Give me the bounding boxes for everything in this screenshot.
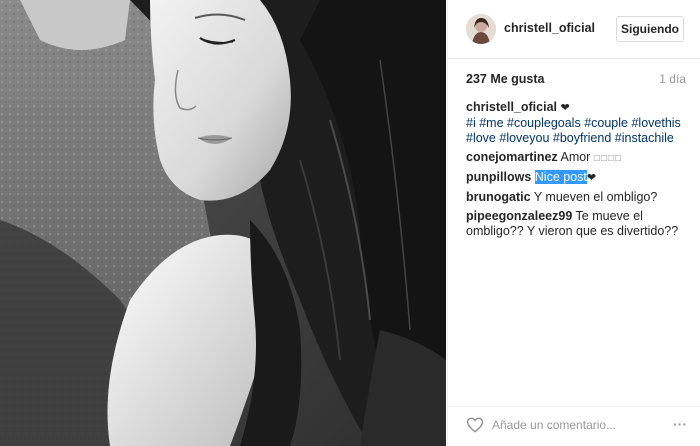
heart-emoji: ❤ — [560, 102, 570, 114]
following-button[interactable]: Siguiendo — [616, 16, 684, 42]
heart-emoji: ❤ — [586, 172, 597, 184]
emoji-placeholder: □□□□ — [593, 153, 623, 164]
comment: pipeegonzaleez99 Te mueve el ombligo?? Y… — [466, 209, 696, 239]
comment-text: Amor — [560, 150, 591, 164]
post-header: christell_oficial Siguiendo — [448, 0, 700, 59]
post-photo[interactable] — [0, 0, 446, 446]
hashtag-link[interactable]: #instachile — [615, 131, 674, 145]
more-options-icon[interactable]: ··· — [671, 415, 689, 435]
comment: conejomartinez Amor □□□□ — [466, 150, 696, 166]
caption-username[interactable]: christell_oficial — [466, 100, 557, 114]
hashtag-link[interactable]: #couple — [584, 116, 628, 130]
heart-outline-icon[interactable] — [466, 416, 484, 434]
hashtag-link[interactable]: #loveyou — [499, 131, 549, 145]
likes-row: 237 Me gusta 1 día — [466, 72, 686, 88]
comment-text: Y mueven el ombligo? — [533, 190, 658, 204]
comment: punpillows Nice post❤ — [466, 170, 696, 186]
comment-username[interactable]: brunogatic — [466, 190, 531, 204]
comments-list: christell_oficial ❤ #i #me #couplegoals … — [466, 100, 696, 243]
comment-username[interactable]: punpillows — [466, 170, 531, 184]
post-time[interactable]: 1 día — [659, 72, 686, 86]
comment-text-selected: Nice post — [534, 170, 587, 184]
avatar[interactable] — [466, 14, 496, 44]
instagram-post-modal: christell_oficial Siguiendo 237 Me gusta… — [0, 0, 700, 446]
hashtag-link[interactable]: #me — [479, 116, 503, 130]
comment-username[interactable]: conejomartinez — [466, 150, 558, 164]
comment-username[interactable]: pipeegonzaleez99 — [466, 209, 572, 223]
hashtag-link[interactable]: #i — [466, 116, 476, 130]
caption: christell_oficial ❤ #i #me #couplegoals … — [466, 100, 696, 146]
comment-footer: ··· — [448, 406, 700, 446]
header-username[interactable]: christell_oficial — [504, 21, 595, 35]
hashtag-link[interactable]: #couplegoals — [507, 116, 581, 130]
hashtag-link[interactable]: #love — [466, 131, 496, 145]
hashtag-link[interactable]: #lovethis — [631, 116, 680, 130]
hashtag-link[interactable]: #boyfriend — [553, 131, 611, 145]
likes-count[interactable]: 237 Me gusta — [466, 72, 545, 86]
comment: brunogatic Y mueven el ombligo? — [466, 190, 696, 205]
post-side-panel: christell_oficial Siguiendo 237 Me gusta… — [447, 0, 700, 446]
caption-hashtags: #i #me #couplegoals #couple #lovethis #l… — [466, 116, 696, 146]
comment-input[interactable] — [492, 415, 642, 435]
